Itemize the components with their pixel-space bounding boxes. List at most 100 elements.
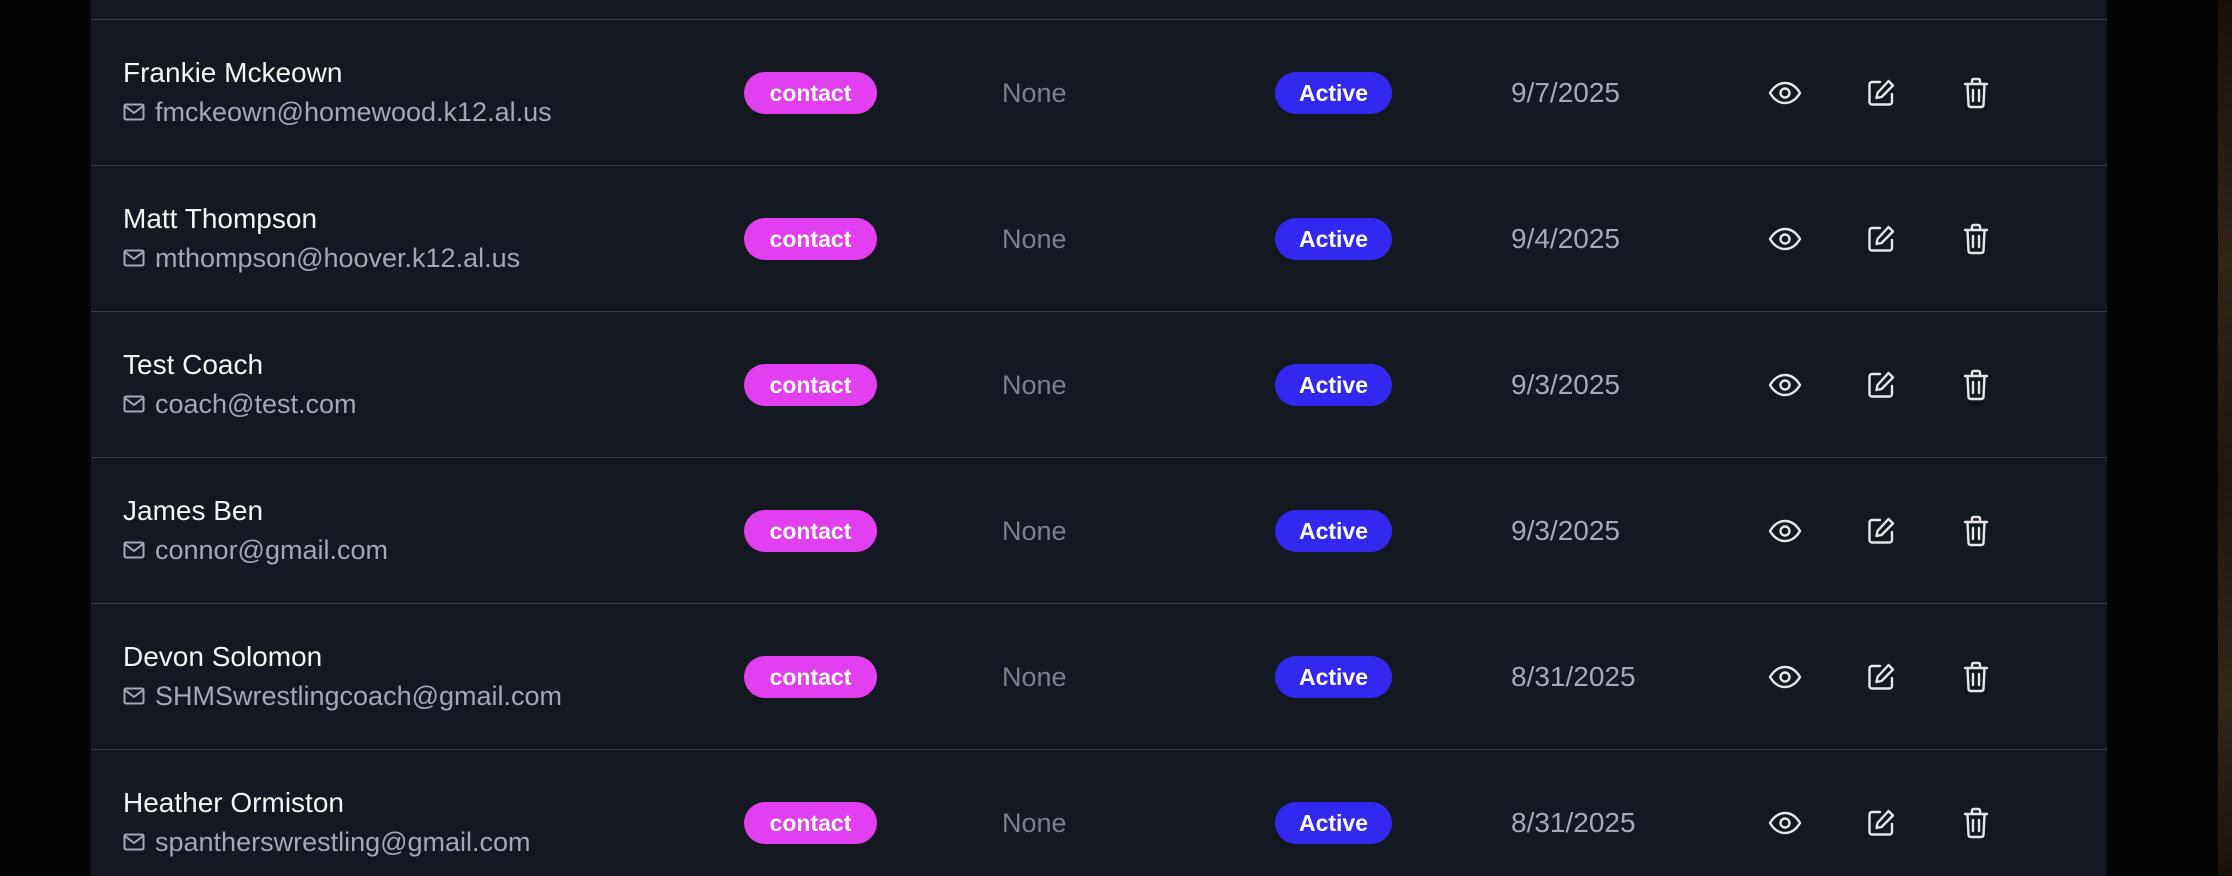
- user-email: spantherswrestling@gmail.com: [123, 826, 531, 858]
- user-email: connor@gmail.com: [123, 534, 388, 566]
- eye-icon: [1768, 665, 1802, 689]
- view-button[interactable]: [1767, 513, 1803, 549]
- edit-button[interactable]: [1863, 75, 1899, 111]
- type-badge: contact: [744, 72, 877, 114]
- user-email-text: connor@gmail.com: [155, 535, 388, 565]
- created-date: 9/4/2025: [1511, 223, 1620, 254]
- team-value: None: [1002, 370, 1067, 400]
- created-date: 9/3/2025: [1511, 515, 1620, 546]
- mail-icon: [123, 687, 145, 705]
- team-value: None: [1002, 808, 1067, 838]
- user-cell: Test Coach coach@test.com: [123, 348, 357, 420]
- trash-icon: [1963, 369, 1989, 401]
- eye-icon: [1768, 373, 1802, 397]
- user-email: mthompson@hoover.k12.al.us: [123, 242, 520, 274]
- table-body: Frankie Mckeown fmckeown@homewood.k12.al…: [91, 20, 2107, 876]
- table-row: Frankie Mckeown fmckeown@homewood.k12.al…: [91, 20, 2107, 166]
- trash-icon: [1963, 807, 1989, 839]
- created-date: 8/31/2025: [1511, 661, 1636, 692]
- edit-icon: [1866, 224, 1896, 254]
- created-date: 9/3/2025: [1511, 369, 1620, 400]
- table-row: Matt Thompson mthompson@hoover.k12.al.us…: [91, 166, 2107, 312]
- edit-button[interactable]: [1863, 659, 1899, 695]
- type-badge: contact: [744, 656, 877, 698]
- mail-icon: [123, 395, 145, 413]
- edit-button[interactable]: [1863, 367, 1899, 403]
- view-button[interactable]: [1767, 367, 1803, 403]
- table-row: James Ben connor@gmail.com contact None …: [91, 458, 2107, 604]
- table-top-band: [91, 0, 2107, 20]
- trash-icon: [1963, 223, 1989, 255]
- trash-icon: [1963, 77, 1989, 109]
- edit-icon: [1866, 662, 1896, 692]
- mail-icon: [123, 249, 145, 267]
- background-edge: [2218, 0, 2232, 876]
- team-value: None: [1002, 662, 1067, 692]
- user-email-text: mthompson@hoover.k12.al.us: [155, 243, 521, 273]
- delete-button[interactable]: [1958, 659, 1994, 695]
- type-badge: contact: [744, 364, 877, 406]
- user-email-text: coach@test.com: [155, 389, 357, 419]
- user-email: SHMSwrestlingcoach@gmail.com: [123, 680, 562, 712]
- type-badge: contact: [744, 510, 877, 552]
- edit-button[interactable]: [1863, 805, 1899, 841]
- delete-button[interactable]: [1958, 805, 1994, 841]
- user-name: Heather Ormiston: [123, 787, 344, 818]
- eye-icon: [1768, 81, 1802, 105]
- edit-icon: [1866, 78, 1896, 108]
- team-value: None: [1002, 516, 1067, 546]
- view-button[interactable]: [1767, 221, 1803, 257]
- user-email-text: fmckeown@homewood.k12.al.us: [155, 97, 552, 127]
- status-badge: Active: [1275, 802, 1392, 844]
- view-button[interactable]: [1767, 659, 1803, 695]
- trash-icon: [1963, 515, 1989, 547]
- user-cell: Matt Thompson mthompson@hoover.k12.al.us: [123, 202, 520, 274]
- delete-button[interactable]: [1958, 221, 1994, 257]
- edit-icon: [1866, 808, 1896, 838]
- view-button[interactable]: [1767, 805, 1803, 841]
- user-cell: James Ben connor@gmail.com: [123, 494, 388, 566]
- users-table: Frankie Mckeown fmckeown@homewood.k12.al…: [91, 0, 2107, 876]
- mail-icon: [123, 103, 145, 121]
- mail-icon: [123, 833, 145, 851]
- user-email: fmckeown@homewood.k12.al.us: [123, 96, 552, 128]
- table-row: Heather Ormiston spantherswrestling@gmai…: [91, 750, 2107, 876]
- created-date: 9/7/2025: [1511, 77, 1620, 108]
- status-badge: Active: [1275, 218, 1392, 260]
- team-value: None: [1002, 224, 1067, 254]
- view-button[interactable]: [1767, 75, 1803, 111]
- status-badge: Active: [1275, 364, 1392, 406]
- eye-icon: [1768, 227, 1802, 251]
- team-value: None: [1002, 78, 1067, 108]
- mail-icon: [123, 541, 145, 559]
- user-email: coach@test.com: [123, 388, 357, 420]
- eye-icon: [1768, 811, 1802, 835]
- edit-button[interactable]: [1863, 513, 1899, 549]
- type-badge: contact: [744, 218, 877, 260]
- created-date: 8/31/2025: [1511, 807, 1636, 838]
- edit-icon: [1866, 370, 1896, 400]
- user-cell: Heather Ormiston spantherswrestling@gmai…: [123, 786, 531, 858]
- background-strip: [2110, 0, 2232, 876]
- user-cell: Frankie Mckeown fmckeown@homewood.k12.al…: [123, 56, 552, 128]
- table-row: Devon Solomon SHMSwrestlingcoach@gmail.c…: [91, 604, 2107, 750]
- trash-icon: [1963, 661, 1989, 693]
- status-badge: Active: [1275, 72, 1392, 114]
- status-badge: Active: [1275, 510, 1392, 552]
- status-badge: Active: [1275, 656, 1392, 698]
- user-email-text: SHMSwrestlingcoach@gmail.com: [155, 681, 563, 711]
- edit-button[interactable]: [1863, 221, 1899, 257]
- delete-button[interactable]: [1958, 513, 1994, 549]
- eye-icon: [1768, 519, 1802, 543]
- user-name: James Ben: [123, 495, 264, 526]
- user-cell: Devon Solomon SHMSwrestlingcoach@gmail.c…: [123, 640, 562, 712]
- user-name: Test Coach: [123, 349, 264, 380]
- user-name: Matt Thompson: [123, 203, 318, 234]
- table-row: Test Coach coach@test.com contact None A…: [91, 312, 2107, 458]
- edit-icon: [1866, 516, 1896, 546]
- user-email-text: spantherswrestling@gmail.com: [155, 827, 531, 857]
- delete-button[interactable]: [1958, 367, 1994, 403]
- type-badge: contact: [744, 802, 877, 844]
- user-name: Frankie Mckeown: [123, 57, 343, 88]
- delete-button[interactable]: [1958, 75, 1994, 111]
